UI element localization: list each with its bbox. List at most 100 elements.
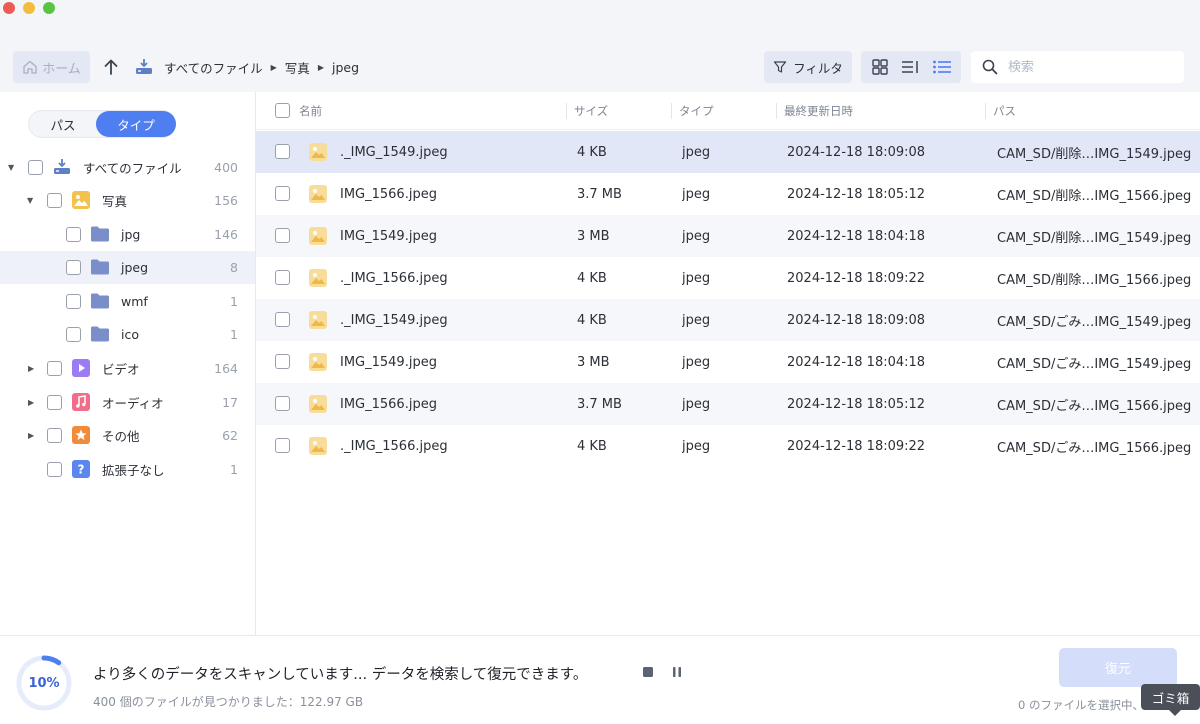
tree-item-label: 写真 [102, 194, 128, 209]
column-divider[interactable] [985, 103, 986, 119]
stop-scan-button[interactable] [639, 663, 656, 680]
tree-item-no-extension[interactable]: ? 拡張子なし 1 [0, 453, 255, 486]
tree-item-label: jpg [121, 227, 141, 242]
tree-item-label: オーディオ [102, 396, 164, 411]
file-modified: 2024-12-18 18:09:22 [787, 270, 926, 286]
select-all-checkbox[interactable] [275, 103, 290, 118]
tree-item-all-files[interactable]: ▼ すべてのファイル 400 [0, 151, 255, 184]
row-checkbox[interactable] [275, 396, 290, 411]
table-row[interactable]: IMG_1549.jpeg 3 MB jpeg 2024-12-18 18:04… [256, 341, 1200, 383]
tree-item-other[interactable]: ▶ その他 62 [0, 419, 255, 452]
view-mode-switcher [861, 51, 961, 83]
view-type-toggle: パス タイプ [28, 110, 176, 138]
breadcrumb: すべてのファイル ▶ 写真 ▶ jpeg [134, 56, 359, 78]
file-size: 3.7 MB [577, 186, 622, 202]
tree-item-label: その他 [102, 429, 140, 444]
filter-button[interactable]: フィルタ [764, 51, 852, 83]
grid-view-button[interactable] [867, 55, 893, 79]
table-row[interactable]: ._IMG_1549.jpeg 4 KB jpeg 2024-12-18 18:… [256, 131, 1200, 173]
file-size: 3 MB [577, 354, 610, 370]
file-name: ._IMG_1566.jpeg [340, 270, 448, 286]
file-path: CAM_SD/ごみ…IMG_1566.jpeg [997, 440, 1192, 456]
column-header-path[interactable]: パス [993, 92, 1016, 130]
column-header-type[interactable]: タイプ [679, 92, 714, 130]
tab-type[interactable]: タイプ [96, 111, 176, 137]
checkbox[interactable] [47, 462, 62, 477]
breadcrumb-jpeg[interactable]: jpeg [332, 60, 359, 75]
home-button[interactable]: ホーム [13, 51, 90, 83]
tree-item-count: 156 [214, 193, 238, 208]
minimize-window-button[interactable] [23, 2, 35, 14]
table-row[interactable]: ._IMG_1566.jpeg 4 KB jpeg 2024-12-18 18:… [256, 425, 1200, 467]
tree-item-label: ico [121, 327, 139, 342]
checkbox[interactable] [47, 361, 62, 376]
table-row[interactable]: IMG_1566.jpeg 3.7 MB jpeg 2024-12-18 18:… [256, 383, 1200, 425]
tree-item-audio[interactable]: ▶ オーディオ 17 [0, 386, 255, 419]
row-checkbox[interactable] [275, 186, 290, 201]
checkbox[interactable] [66, 260, 81, 275]
row-checkbox[interactable] [275, 312, 290, 327]
zoom-window-button[interactable] [43, 2, 55, 14]
tree-item-wmf[interactable]: wmf 1 [0, 285, 255, 318]
tree-item-jpeg[interactable]: jpeg 8 [0, 251, 255, 284]
selection-summary: 0 のファイルを選択中、 [1018, 698, 1144, 712]
tree-item-photos[interactable]: ▼ 写真 156 [0, 184, 255, 217]
file-path: CAM_SD/削除…IMG_1549.jpeg [997, 230, 1192, 246]
window-controls [3, 2, 55, 14]
list-view-button[interactable] [929, 55, 955, 79]
file-name: IMG_1549.jpeg [340, 354, 437, 370]
column-header-size[interactable]: サイズ [574, 92, 608, 130]
checkbox[interactable] [66, 294, 81, 309]
row-checkbox[interactable] [275, 270, 290, 285]
row-checkbox[interactable] [275, 228, 290, 243]
toolbar: ホーム すべてのファイル ▶ 写真 ▶ jpeg フィルタ [0, 0, 1200, 92]
unknown-category-icon: ? [71, 459, 91, 479]
tree-item-count: 400 [214, 160, 238, 175]
close-window-button[interactable] [3, 2, 15, 14]
detail-list-view-button[interactable] [898, 55, 924, 79]
column-divider[interactable] [776, 103, 777, 119]
recover-button[interactable]: 復元 [1059, 648, 1177, 687]
scan-status-message: より多くのデータをスキャンしています... データを検索して復元できます。 [93, 667, 588, 683]
checkbox[interactable] [66, 227, 81, 242]
checkbox[interactable] [47, 193, 62, 208]
file-path: CAM_SD/削除…IMG_1549.jpeg [997, 146, 1192, 162]
breadcrumb-all-files[interactable]: すべてのファイル [164, 58, 263, 77]
file-name: ._IMG_1549.jpeg [340, 144, 448, 160]
column-header-name[interactable]: 名前 [299, 92, 322, 130]
expanded-arrow-icon[interactable]: ▼ [27, 196, 37, 205]
table-row[interactable]: ._IMG_1549.jpeg 4 KB jpeg 2024-12-18 18:… [256, 299, 1200, 341]
table-row[interactable]: IMG_1566.jpeg 3.7 MB jpeg 2024-12-18 18:… [256, 173, 1200, 215]
table-row[interactable]: ._IMG_1566.jpeg 4 KB jpeg 2024-12-18 18:… [256, 257, 1200, 299]
collapsed-arrow-icon[interactable]: ▶ [28, 364, 38, 373]
checkbox[interactable] [47, 395, 62, 410]
trash-tooltip[interactable]: ゴミ箱 [1141, 684, 1200, 716]
row-checkbox[interactable] [275, 354, 290, 369]
file-size: 4 KB [577, 144, 607, 160]
column-divider[interactable] [566, 103, 567, 119]
checkbox[interactable] [47, 428, 62, 443]
tree-item-video[interactable]: ▶ ビデオ 164 [0, 352, 255, 385]
tree-item-ico[interactable]: ico 1 [0, 318, 255, 351]
checkbox[interactable] [66, 327, 81, 342]
pause-scan-button[interactable] [668, 663, 685, 680]
column-divider[interactable] [671, 103, 672, 119]
collapsed-arrow-icon[interactable]: ▶ [28, 431, 38, 440]
search-input[interactable] [1008, 59, 1168, 75]
file-size: 4 KB [577, 270, 607, 286]
tree-item-jpg[interactable]: jpg 146 [0, 218, 255, 251]
file-path: CAM_SD/ごみ…IMG_1566.jpeg [997, 398, 1192, 414]
up-directory-button[interactable] [98, 54, 124, 80]
row-checkbox[interactable] [275, 144, 290, 159]
drive-icon [52, 157, 72, 177]
row-checkbox[interactable] [275, 438, 290, 453]
breadcrumb-photos[interactable]: 写真 [285, 58, 310, 77]
expanded-arrow-icon[interactable]: ▼ [8, 163, 18, 172]
tab-path[interactable]: パス [29, 111, 97, 137]
file-name: IMG_1549.jpeg [340, 228, 437, 244]
collapsed-arrow-icon[interactable]: ▶ [28, 398, 38, 407]
column-header-modified[interactable]: 最終更新日時 [784, 92, 853, 130]
checkbox[interactable] [28, 160, 43, 175]
file-type: jpeg [682, 396, 711, 412]
table-row[interactable]: IMG_1549.jpeg 3 MB jpeg 2024-12-18 18:04… [256, 215, 1200, 257]
